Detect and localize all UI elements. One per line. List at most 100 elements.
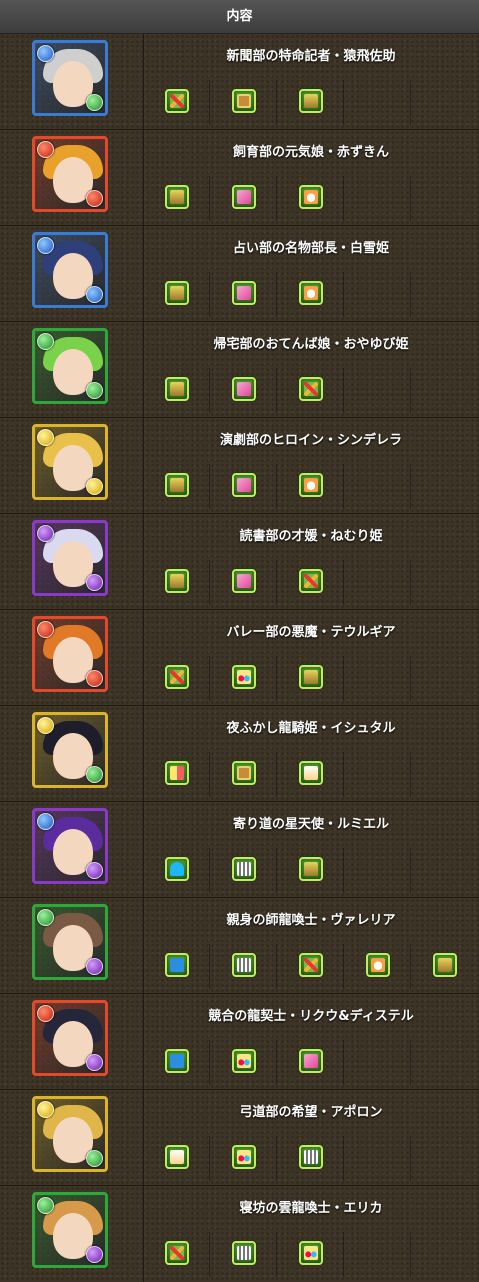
seven-combo-icon[interactable]: [232, 665, 256, 689]
skill-boost-icon[interactable]: [232, 89, 256, 113]
table-row: 演劇部のヒロイン・シンデレラ: [0, 418, 479, 514]
pink-arrow-icon[interactable]: [232, 185, 256, 209]
table-row: 夜ふかし龍騎姫・イシュタル: [0, 706, 479, 802]
skill-slot: [143, 272, 210, 317]
pink-arrow-icon[interactable]: [232, 473, 256, 497]
table-row: 帰宅部のおてんば娘・おやゆび姫: [0, 322, 479, 418]
pink-arrow-icon[interactable]: [232, 377, 256, 401]
monster-avatar[interactable]: [32, 424, 108, 500]
egg-drop-icon[interactable]: [299, 473, 323, 497]
table-header: 内容: [0, 0, 479, 34]
monster-avatar[interactable]: [32, 40, 108, 116]
skill-slot: [210, 464, 277, 509]
sb-cross-icon[interactable]: [299, 569, 323, 593]
avatar-cell: [0, 610, 144, 705]
monster-name: 演劇部のヒロイン・シンデレラ: [219, 433, 402, 448]
awakening-skills: [143, 1040, 479, 1085]
table-row: 寄り道の星天使・ルミエル: [0, 802, 479, 898]
skill-slot: [344, 464, 411, 509]
pink-arrow-icon[interactable]: [232, 569, 256, 593]
hand-plus-icon[interactable]: [299, 761, 323, 785]
main-attribute-icon: [37, 141, 54, 158]
seven-combo-icon[interactable]: [299, 1241, 323, 1265]
main-attribute-icon: [37, 45, 54, 62]
sb-cross-icon[interactable]: [299, 953, 323, 977]
table-row: 寝坊の雲龍喚士・エリカ: [0, 1186, 479, 1282]
sub-attribute-icon: [86, 1150, 103, 1167]
sb-cross-icon[interactable]: [299, 377, 323, 401]
sb-cross-icon[interactable]: [165, 1241, 189, 1265]
monster-avatar[interactable]: [32, 136, 108, 212]
skill-slot: [277, 80, 344, 125]
sb-cross-icon[interactable]: [165, 665, 189, 689]
grid-icon[interactable]: [232, 1241, 256, 1265]
avatar-cell: [0, 898, 144, 993]
skill-boost-plus-icon[interactable]: [165, 281, 189, 305]
monster-name: 競合の龍契士・リクウ&ディステル: [208, 1009, 414, 1024]
monster-avatar[interactable]: [32, 1096, 108, 1172]
skill-slot: [210, 1040, 277, 1085]
skill-slot: [277, 1040, 344, 1085]
sub-attribute-icon: [86, 862, 103, 879]
pink-arrow-icon[interactable]: [232, 281, 256, 305]
sub-attribute-icon: [86, 1246, 103, 1263]
skill-slot: [411, 944, 478, 989]
monster-avatar[interactable]: [32, 1192, 108, 1268]
monster-avatar[interactable]: [32, 520, 108, 596]
sb-cross-icon[interactable]: [165, 89, 189, 113]
skill-slot: [210, 368, 277, 413]
skill-slot: [143, 560, 210, 605]
monster-avatar[interactable]: [32, 808, 108, 884]
skill-slot: [344, 848, 411, 893]
monster-avatar[interactable]: [32, 904, 108, 980]
skill-slot: [210, 944, 277, 989]
bar-icon[interactable]: [165, 761, 189, 785]
skill-boost-plus-icon[interactable]: [165, 185, 189, 209]
skill-slot: [277, 368, 344, 413]
main-attribute-icon: [37, 525, 54, 542]
skill-slot: [143, 1040, 210, 1085]
skill-slot: [143, 1232, 210, 1277]
grid-icon[interactable]: [299, 1145, 323, 1169]
s-plus-icon[interactable]: [165, 1049, 189, 1073]
skill-boost-plus-icon[interactable]: [433, 953, 457, 977]
s-plus-icon[interactable]: [165, 953, 189, 977]
egg-drop-icon[interactable]: [366, 953, 390, 977]
monster-avatar[interactable]: [32, 712, 108, 788]
sub-attribute-icon: [86, 766, 103, 783]
main-attribute-icon: [37, 1005, 54, 1022]
seven-combo-icon[interactable]: [232, 1145, 256, 1169]
awakening-skills: [143, 464, 479, 509]
skill-slot: [277, 272, 344, 317]
monster-name: 夜ふかし龍騎姫・イシュタル: [226, 721, 396, 736]
main-attribute-icon: [37, 813, 54, 830]
monster-avatar[interactable]: [32, 328, 108, 404]
skill-slot: [344, 176, 411, 221]
monster-avatar[interactable]: [32, 616, 108, 692]
monster-avatar[interactable]: [32, 1000, 108, 1076]
awakening-skills: [143, 80, 479, 125]
skill-boost-plus-icon[interactable]: [299, 89, 323, 113]
u-turn-icon[interactable]: [165, 857, 189, 881]
avatar-cell: [0, 322, 144, 417]
avatar-cell: [0, 994, 144, 1089]
skill-boost-plus-icon[interactable]: [299, 857, 323, 881]
grid-icon[interactable]: [232, 857, 256, 881]
hand-plus-icon[interactable]: [165, 1145, 189, 1169]
skill-slot: [143, 464, 210, 509]
skill-boost-plus-icon[interactable]: [165, 473, 189, 497]
skill-boost-plus-icon[interactable]: [165, 569, 189, 593]
skill-boost-plus-icon[interactable]: [299, 665, 323, 689]
skill-slot: [411, 560, 478, 605]
egg-drop-icon[interactable]: [299, 281, 323, 305]
egg-drop-icon[interactable]: [299, 185, 323, 209]
sub-attribute-icon: [86, 574, 103, 591]
grid-icon[interactable]: [232, 953, 256, 977]
pink-arrow-icon[interactable]: [299, 1049, 323, 1073]
skill-slot: [143, 368, 210, 413]
monster-avatar[interactable]: [32, 232, 108, 308]
seven-combo-icon[interactable]: [232, 1049, 256, 1073]
awakening-skills: [143, 752, 479, 797]
skill-boost-plus-icon[interactable]: [165, 377, 189, 401]
skill-boost-icon[interactable]: [232, 761, 256, 785]
